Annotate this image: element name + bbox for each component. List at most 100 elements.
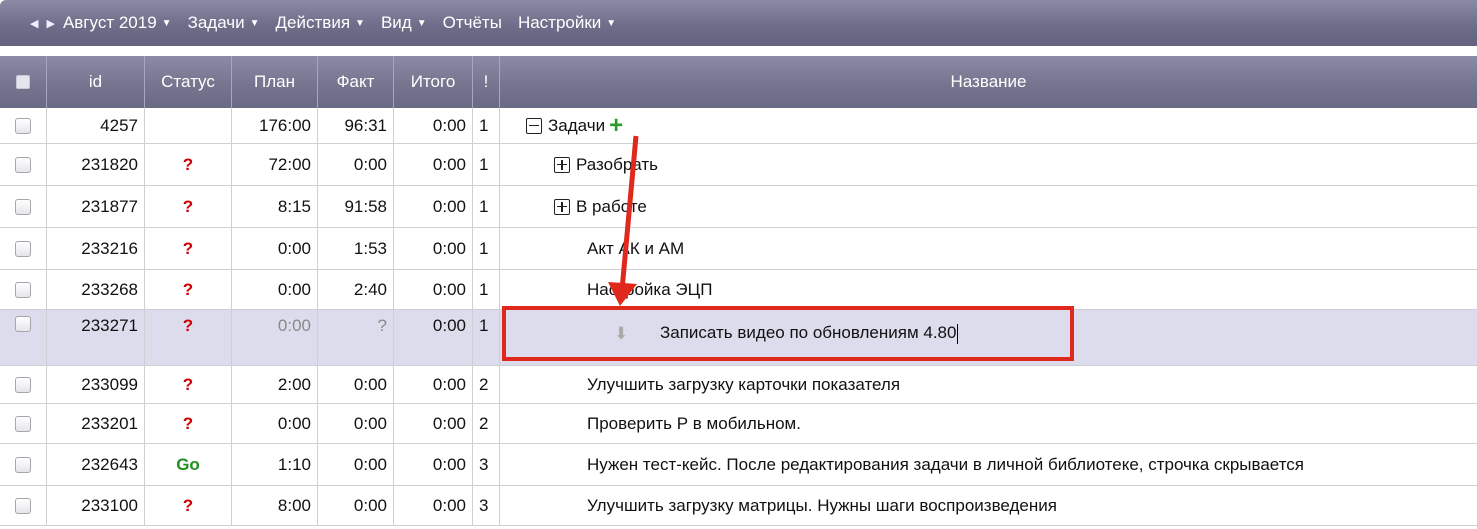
cell-plan: 0:00 bbox=[232, 228, 318, 269]
header-id[interactable]: id bbox=[47, 56, 145, 108]
menu-month[interactable]: Август 2019 ▼ bbox=[63, 13, 172, 33]
next-month-icon[interactable]: ▶ bbox=[46, 17, 54, 30]
table-row[interactable]: 231877 ? 8:15 91:58 0:00 1 В работе bbox=[0, 186, 1477, 228]
cell-id: 233100 bbox=[47, 486, 145, 525]
cell-status[interactable]: ? bbox=[145, 366, 232, 403]
row-checkbox-cell[interactable] bbox=[0, 270, 47, 309]
row-checkbox-cell[interactable] bbox=[0, 228, 47, 269]
menu-settings[interactable]: Настройки ▼ bbox=[518, 13, 616, 33]
table-row[interactable]: 4257 176:00 96:31 0:00 1 Задачи + bbox=[0, 108, 1477, 144]
header-priority[interactable]: ! bbox=[473, 56, 500, 108]
row-checkbox[interactable] bbox=[15, 281, 31, 298]
cell-name[interactable]: Задачи + bbox=[500, 108, 1477, 143]
cell-status[interactable]: ? bbox=[145, 228, 232, 269]
cell-id: 233201 bbox=[47, 404, 145, 443]
row-checkbox-cell[interactable] bbox=[0, 186, 47, 227]
cell-name[interactable]: Улучшить загрузку карточки показателя bbox=[500, 366, 1477, 403]
table-row[interactable]: 231820 ? 72:00 0:00 0:00 1 Разобрать bbox=[0, 144, 1477, 186]
header-name[interactable]: Название bbox=[500, 56, 1477, 108]
header-total[interactable]: Итого bbox=[394, 56, 473, 108]
cell-status[interactable]: ? bbox=[145, 186, 232, 227]
cell-name[interactable]: Настройка ЭЦП bbox=[500, 270, 1477, 309]
cell-plan: 8:00 bbox=[232, 486, 318, 525]
row-checkbox-cell[interactable] bbox=[0, 366, 47, 403]
task-name: Улучшить загрузку карточки показателя bbox=[587, 374, 901, 394]
cell-fact: 0:00 bbox=[318, 144, 394, 185]
table-row[interactable]: 233216 ? 0:00 1:53 0:00 1 Акт АК и АМ bbox=[0, 228, 1477, 270]
table-row[interactable]: 232643 Go 1:10 0:00 0:00 3 Нужен тест-ке… bbox=[0, 444, 1477, 486]
row-checkbox-cell[interactable] bbox=[0, 108, 47, 143]
cell-name[interactable]: Нужен тест-кейс. После редактирования за… bbox=[500, 444, 1477, 485]
select-all-cell[interactable] bbox=[0, 56, 47, 108]
header-fact[interactable]: Факт bbox=[318, 56, 394, 108]
cell-plan: 2:00 bbox=[232, 366, 318, 403]
cell-fact: 0:00 bbox=[318, 486, 394, 525]
row-checkbox[interactable] bbox=[15, 456, 31, 473]
cell-priority: 1 bbox=[473, 186, 500, 227]
row-checkbox[interactable] bbox=[15, 240, 31, 257]
row-checkbox-cell[interactable] bbox=[0, 444, 47, 485]
cell-fact[interactable]: ? bbox=[318, 310, 394, 365]
select-all-checkbox[interactable] bbox=[16, 75, 30, 89]
cell-priority: 3 bbox=[473, 486, 500, 525]
cell-name[interactable]: Улучшить загрузку матрицы. Нужны шаги во… bbox=[500, 486, 1477, 525]
task-name-editor[interactable]: ⬇ Записать видео по обновлениям 4.80 bbox=[502, 306, 1074, 361]
expand-icon[interactable] bbox=[554, 198, 570, 215]
cell-plan: 176:00 bbox=[232, 108, 318, 143]
down-arrow-icon[interactable]: ⬇ bbox=[614, 324, 628, 344]
cell-priority: 1 bbox=[473, 108, 500, 143]
task-name: Акт АК и АМ bbox=[587, 238, 685, 258]
row-checkbox-cell[interactable] bbox=[0, 404, 47, 443]
task-name-input[interactable]: Записать видео по обновлениям 4.80 bbox=[660, 323, 959, 344]
row-checkbox[interactable] bbox=[15, 156, 31, 173]
header-plan[interactable]: План bbox=[232, 56, 318, 108]
row-checkbox[interactable] bbox=[15, 376, 31, 393]
table-row[interactable]: 233268 ? 0:00 2:40 0:00 1 Настройка ЭЦП bbox=[0, 270, 1477, 310]
cell-plan: 1:10 bbox=[232, 444, 318, 485]
cell-status[interactable]: ? bbox=[145, 404, 232, 443]
add-task-icon[interactable]: + bbox=[609, 113, 623, 138]
task-name: В работе bbox=[576, 196, 647, 216]
table-row[interactable]: 233201 ? 0:00 0:00 0:00 2 Проверить Р в … bbox=[0, 404, 1477, 444]
row-checkbox[interactable] bbox=[15, 316, 31, 332]
row-checkbox-cell[interactable] bbox=[0, 310, 47, 365]
prev-month-icon[interactable]: ◀ bbox=[30, 17, 38, 30]
cell-priority: 1 bbox=[473, 310, 500, 365]
collapse-icon[interactable] bbox=[526, 117, 542, 134]
row-checkbox[interactable] bbox=[15, 497, 31, 514]
menu-view[interactable]: Вид ▼ bbox=[381, 13, 427, 33]
cell-status[interactable]: ? bbox=[145, 310, 232, 365]
cell-total: 0:00 bbox=[394, 486, 473, 525]
row-checkbox-cell[interactable] bbox=[0, 144, 47, 185]
cell-status[interactable]: ? bbox=[145, 486, 232, 525]
cell-name[interactable]: В работе bbox=[500, 186, 1477, 227]
cell-status[interactable]: ? bbox=[145, 270, 232, 309]
cell-id: 231877 bbox=[47, 186, 145, 227]
row-checkbox[interactable] bbox=[15, 117, 31, 134]
menu-tasks[interactable]: Задачи ▼ bbox=[188, 13, 260, 33]
cell-fact: 91:58 bbox=[318, 186, 394, 227]
row-checkbox[interactable] bbox=[15, 198, 31, 215]
cell-plan[interactable]: 0:00 bbox=[232, 310, 318, 365]
caret-down-icon: ▼ bbox=[416, 17, 427, 29]
cell-total: 0:00 bbox=[394, 310, 473, 365]
cell-fact: 1:53 bbox=[318, 228, 394, 269]
cell-name[interactable]: Разобрать bbox=[500, 144, 1477, 185]
header-status[interactable]: Статус bbox=[145, 56, 232, 108]
cell-status[interactable]: Go bbox=[145, 444, 232, 485]
expand-icon[interactable] bbox=[554, 156, 570, 173]
task-name: Разобрать bbox=[576, 154, 659, 174]
row-checkbox-cell[interactable] bbox=[0, 486, 47, 525]
task-name: Нужен тест-кейс. После редактирования за… bbox=[587, 454, 1304, 474]
row-checkbox[interactable] bbox=[15, 415, 31, 432]
cell-name[interactable]: Акт АК и АМ bbox=[500, 228, 1477, 269]
menu-reports[interactable]: Отчёты bbox=[443, 13, 502, 33]
task-name: Задачи bbox=[548, 115, 606, 135]
cell-name[interactable]: Проверить Р в мобильном. bbox=[500, 404, 1477, 443]
cell-fact: 0:00 bbox=[318, 444, 394, 485]
menu-actions[interactable]: Действия ▼ bbox=[276, 13, 365, 33]
caret-down-icon: ▼ bbox=[249, 17, 260, 29]
table-row[interactable]: 233099 ? 2:00 0:00 0:00 2 Улучшить загру… bbox=[0, 366, 1477, 404]
table-row[interactable]: 233100 ? 8:00 0:00 0:00 3 Улучшить загру… bbox=[0, 486, 1477, 526]
cell-status[interactable]: ? bbox=[145, 144, 232, 185]
